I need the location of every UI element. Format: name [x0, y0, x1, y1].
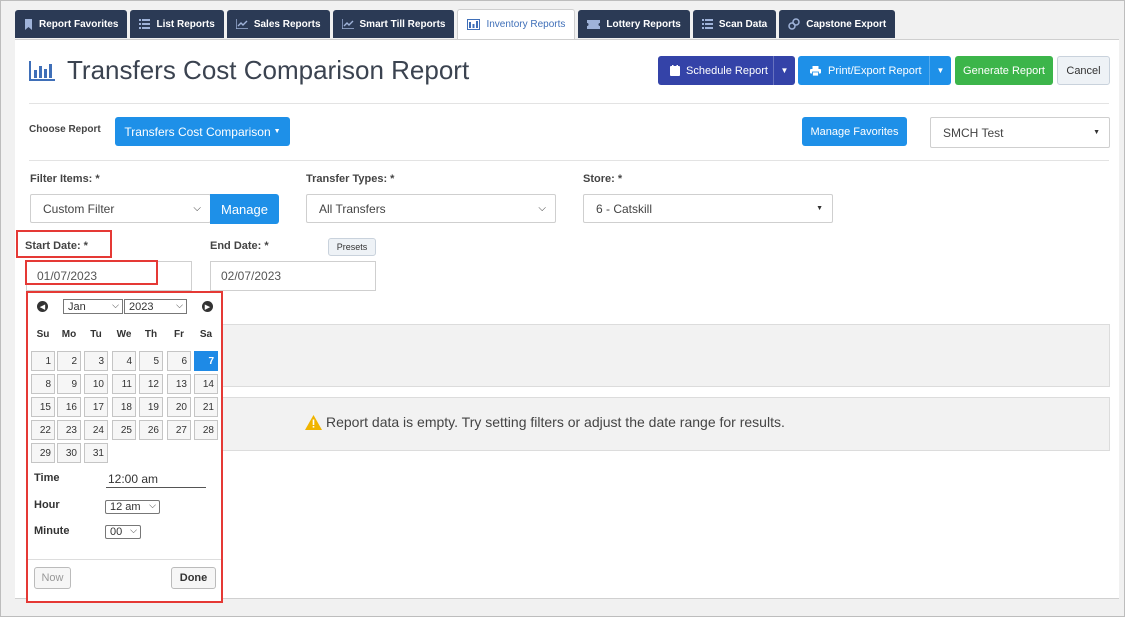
tab-label: Sales Reports — [253, 18, 321, 30]
chevron-down-icon: ⌵ — [193, 203, 201, 214]
tab-label: Capstone Export — [806, 18, 887, 30]
calendar-icon — [670, 65, 680, 76]
tab-lottery-reports[interactable]: Lottery Reports — [578, 10, 690, 38]
filter-items-value: Custom Filter — [43, 201, 115, 216]
ticket-icon — [587, 19, 601, 29]
line-chart-icon — [235, 19, 248, 29]
generate-report-button[interactable]: Generate Report — [955, 56, 1053, 85]
start-date-label-highlight — [16, 230, 112, 258]
transfer-types-select[interactable]: All Transfers ⌵ — [306, 194, 556, 223]
manage-filter-button[interactable]: Manage — [210, 194, 279, 224]
choose-report-dropdown[interactable]: Transfers Cost Comparison ▼ — [115, 117, 290, 146]
printer-icon — [810, 65, 821, 76]
tab-label: Smart Till Reports — [359, 18, 446, 30]
transfer-types-value: All Transfers — [319, 201, 386, 216]
chevron-down-icon: ⌵ — [538, 203, 546, 214]
tab-label: Lottery Reports — [606, 18, 681, 30]
choose-report-value: Transfers Cost Comparison — [124, 124, 271, 139]
tab-inventory-reports[interactable]: Inventory Reports — [457, 9, 576, 39]
choose-report-label: Choose Report — [29, 124, 101, 135]
caret-down-icon: ▼ — [273, 128, 281, 135]
caret-down-icon: ▼ — [816, 205, 823, 212]
schedule-report-button[interactable]: Schedule Report ▼ — [658, 56, 795, 85]
datepicker-highlight — [26, 291, 223, 603]
caret-down-icon[interactable]: ▼ — [773, 56, 795, 85]
tab-scan-data[interactable]: Scan Data — [692, 10, 777, 38]
tab-smart-till-reports[interactable]: Smart Till Reports — [332, 10, 455, 38]
divider — [29, 103, 1109, 104]
report-toolbar-area — [210, 324, 1110, 387]
app-frame: Report Favorites List Reports Sales Repo… — [0, 0, 1125, 617]
end-date-input[interactable]: 02/07/2023 — [210, 261, 376, 291]
schedule-report-label: Schedule Report — [686, 64, 768, 77]
store-label: Store: * — [583, 173, 623, 185]
print-export-button[interactable]: Print/Export Report ▼ — [798, 56, 951, 85]
store-select[interactable]: SMCH Test ▼ — [930, 117, 1110, 148]
start-date-input-highlight — [25, 260, 158, 285]
filter-items-label: Filter Items: * — [30, 173, 100, 185]
bar-chart-icon — [29, 61, 55, 81]
store-select-value: SMCH Test — [943, 125, 1004, 140]
list-icon — [139, 19, 151, 29]
end-date-label: End Date: * — [210, 240, 269, 252]
caret-down-icon: ▼ — [1093, 129, 1100, 136]
presets-button[interactable]: Presets — [328, 238, 376, 256]
divider — [29, 160, 1109, 161]
tab-label: Scan Data — [718, 18, 768, 30]
cancel-button[interactable]: Cancel — [1057, 56, 1110, 85]
tab-report-favorites[interactable]: Report Favorites — [15, 10, 128, 38]
tab-list-reports[interactable]: List Reports — [130, 10, 224, 38]
inventory-icon — [467, 19, 481, 30]
empty-state-message: Report data is empty. Try setting filter… — [305, 414, 785, 430]
report-tabs: Report Favorites List Reports Sales Repo… — [15, 9, 896, 39]
print-export-label: Print/Export Report — [828, 64, 922, 77]
tab-label: List Reports — [156, 18, 215, 30]
warning-icon — [305, 414, 322, 430]
tab-label: Report Favorites — [39, 18, 119, 30]
empty-state-text: Report data is empty. Try setting filter… — [326, 414, 785, 430]
list-icon — [701, 19, 713, 29]
store-filter-value: 6 - Catskill — [596, 201, 653, 216]
line-chart-icon — [341, 19, 354, 29]
store-filter-select[interactable]: 6 - Catskill ▼ — [583, 194, 833, 223]
bookmark-icon — [25, 18, 32, 30]
transfer-types-label: Transfer Types: * — [306, 173, 395, 185]
link-icon — [788, 18, 800, 30]
tab-label: Inventory Reports — [486, 19, 566, 30]
filter-items-select[interactable]: Custom Filter ⌵ — [30, 194, 211, 223]
page-title: Transfers Cost Comparison Report — [67, 55, 470, 85]
tab-capstone-export[interactable]: Capstone Export — [779, 10, 896, 38]
manage-favorites-button[interactable]: Manage Favorites — [802, 117, 907, 146]
caret-down-icon[interactable]: ▼ — [929, 56, 951, 85]
tab-sales-reports[interactable]: Sales Reports — [226, 10, 330, 38]
